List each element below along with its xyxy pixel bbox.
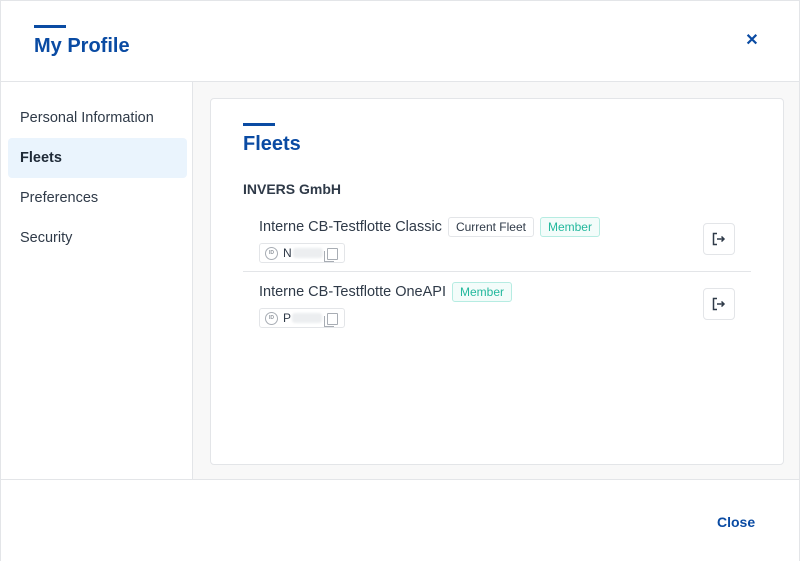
current-fleet-badge: Current Fleet (447, 217, 534, 237)
member-badge: Member (539, 217, 600, 237)
copy-icon[interactable] (324, 313, 338, 327)
copy-icon[interactable] (324, 248, 338, 262)
sidebar-item-fleets[interactable]: Fleets (8, 138, 187, 178)
section-title: Fleets (243, 133, 301, 155)
fleet-id-chip: ID P (259, 308, 345, 328)
sidebar-item-security[interactable]: Security (8, 218, 187, 258)
organization-name: INVERS GmbH (243, 181, 342, 197)
fleet-id-redacted (292, 313, 323, 323)
fleets-card: Fleets INVERS GmbH Interne CB-Testflotte… (210, 98, 784, 465)
modal-footer: Close (1, 479, 799, 561)
fleet-id-prefix: N (283, 246, 292, 260)
fleet-name: Interne CB-Testflotte Classic (259, 219, 442, 235)
title-accent-bar (34, 25, 66, 28)
fleet-id-chip: ID N (259, 243, 345, 263)
close-icon[interactable]: ✕ (743, 32, 761, 50)
section-accent-bar (243, 123, 275, 126)
member-badge: Member (451, 282, 512, 302)
fleet-title-line: Interne CB-Testflotte OneAPI Member (259, 282, 512, 302)
fleet-title-line: Interne CB-Testflotte Classic Current Fl… (259, 217, 600, 237)
profile-modal: My Profile ✕ Personal Information Fleets… (0, 0, 800, 561)
leave-fleet-icon (712, 232, 726, 246)
fleet-row: Interne CB-Testflotte OneAPI Member ID P (243, 272, 751, 336)
modal-title: My Profile (34, 35, 130, 57)
fleet-name: Interne CB-Testflotte OneAPI (259, 284, 446, 300)
leave-fleet-button[interactable] (703, 223, 735, 255)
close-button[interactable]: Close (717, 514, 755, 530)
sidebar-item-preferences[interactable]: Preferences (8, 178, 187, 218)
leave-fleet-button[interactable] (703, 288, 735, 320)
fleet-id-redacted (292, 248, 323, 258)
id-icon: ID (265, 311, 278, 325)
fleet-id-prefix: P (283, 311, 292, 325)
fleet-row: Interne CB-Testflotte Classic Current Fl… (243, 207, 751, 272)
sidebar-item-personal-information[interactable]: Personal Information (8, 98, 187, 138)
id-icon: ID (265, 246, 278, 260)
leave-fleet-icon (712, 297, 726, 311)
modal-header: My Profile ✕ (1, 1, 799, 82)
sidebar: Personal Information Fleets Preferences … (1, 82, 193, 479)
